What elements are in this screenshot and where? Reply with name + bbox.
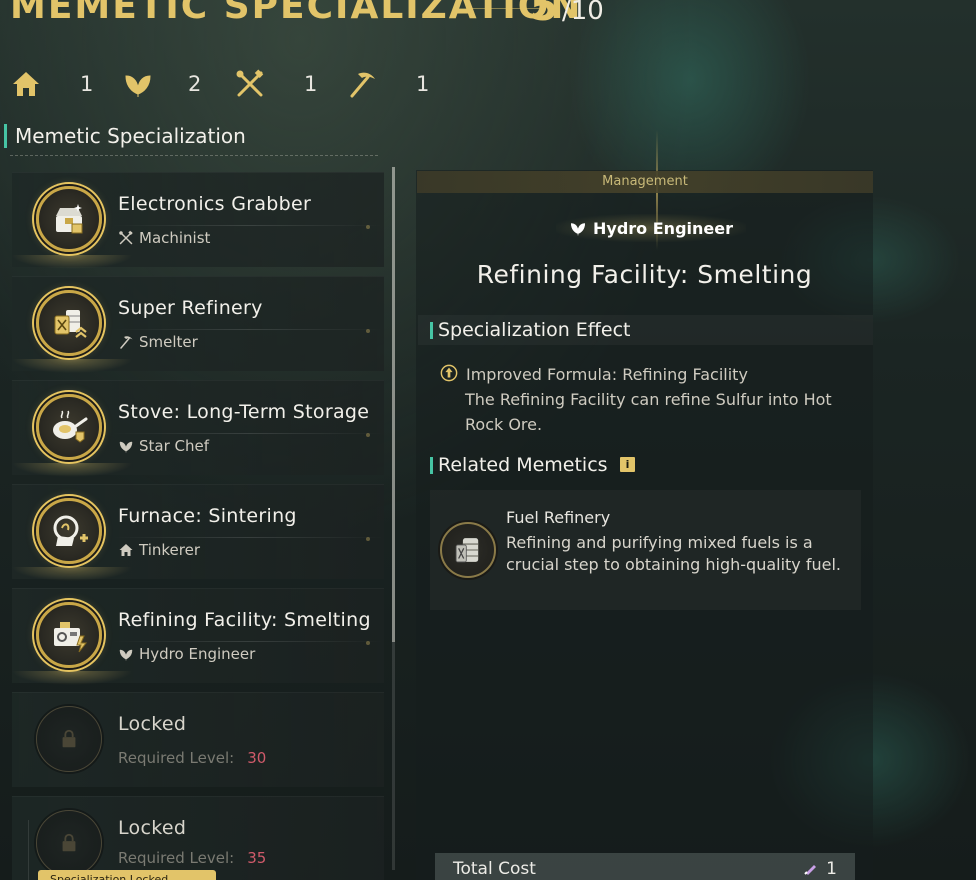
related-section-header: Related Memetics: [418, 450, 873, 480]
effect-content: Improved Formula: Refining Facility The …: [440, 362, 860, 437]
category-bar: Management: [417, 171, 873, 193]
counter-value: 1: [80, 72, 94, 96]
crossed-tools-icon: [118, 230, 134, 246]
role-badge: Hydro Engineer: [556, 214, 746, 242]
related-heading: Related Memetics: [438, 454, 608, 476]
fuel-can-icon: [36, 290, 102, 356]
card-requirement: Required Level: 35: [118, 849, 266, 867]
counter-value: 1: [304, 72, 318, 96]
effect-description: The Refining Facility can refine Sulfur …: [465, 390, 832, 434]
card-role: Hydro Engineer: [118, 645, 255, 663]
related-memetic-card[interactable]: Fuel Refinery Refining and purifying mix…: [430, 490, 861, 610]
specialization-card-super-refinery[interactable]: Super Refinery Smelter: [12, 276, 384, 373]
card-role: Smelter: [118, 333, 198, 351]
counter-tinkerer: 1: [10, 66, 93, 102]
specialization-card-refining-smelting[interactable]: Refining Facility: Smelting Hydro Engine…: [12, 588, 384, 685]
role-label: Hydro Engineer: [139, 645, 256, 663]
card-title: Stove: Long-Term Storage: [118, 401, 370, 423]
card-title: Electronics Grabber: [118, 193, 312, 215]
pickaxe-icon: [346, 68, 378, 100]
cost-value-group: 1: [802, 853, 837, 880]
counter-machinist: 1: [234, 66, 317, 102]
list-edge-line: [28, 820, 29, 880]
related-name: Fuel Refinery: [506, 508, 611, 527]
lock-icon: [36, 810, 102, 876]
chest-icon: [36, 186, 102, 252]
list-section-title: Memetic Specialization: [4, 124, 246, 148]
house-icon: [10, 68, 42, 100]
role-label: Smelter: [139, 333, 198, 351]
crossed-tools-icon: [234, 68, 266, 100]
leaf-icon: [122, 68, 154, 100]
required-level-label: Required Level:: [118, 849, 235, 867]
effect-heading: Specialization Effect: [438, 319, 631, 341]
refinery-icon: [36, 602, 102, 668]
required-level-value: 30: [247, 749, 267, 767]
pickaxe-icon: [118, 334, 134, 350]
specialization-card-stove-storage[interactable]: Stove: Long-Term Storage Star Chef: [12, 380, 384, 477]
card-title: Super Refinery: [118, 297, 263, 319]
detail-title: Refining Facility: Smelting: [476, 260, 813, 289]
memetic-point-icon: [802, 861, 818, 877]
card-title: Locked: [118, 713, 187, 735]
effect-section-header: Specialization Effect: [418, 315, 873, 345]
progress-max: /10: [562, 0, 604, 26]
effect-name: Improved Formula: Refining Facility: [466, 365, 748, 384]
page-title: MEMETIC SPECIALIZATION: [10, 0, 583, 27]
cost-label: Total Cost: [453, 859, 536, 879]
barrel-icon: [440, 522, 496, 578]
role-label: Tinkerer: [139, 541, 200, 559]
card-role: Star Chef: [118, 437, 209, 455]
counter-smelter: 1: [346, 66, 429, 102]
pan-icon: [36, 394, 102, 460]
counter-value: 1: [416, 72, 430, 96]
leaf-icon: [118, 438, 134, 454]
card-title: Refining Facility: Smelting: [118, 609, 371, 631]
card-role: Tinkerer: [118, 541, 200, 559]
card-role: Machinist: [118, 229, 210, 247]
card-requirement: Required Level: 30: [118, 749, 266, 767]
card-title: Locked: [118, 817, 187, 839]
required-level-label: Required Level:: [118, 749, 235, 767]
counter-chef: 2: [122, 66, 201, 102]
required-level-value: 35: [247, 849, 267, 867]
upgrade-arrow-icon: [440, 364, 458, 382]
specialization-card-locked-30[interactable]: Locked Required Level: 30: [12, 692, 384, 787]
house-icon: [118, 542, 134, 558]
card-title: Furnace: Sintering: [118, 505, 297, 527]
role-badge-label: Hydro Engineer: [593, 218, 733, 238]
specialization-card-electronics-grabber[interactable]: Electronics Grabber Machinist: [12, 172, 384, 269]
specialization-card-furnace-sintering[interactable]: Furnace: Sintering Tinkerer: [12, 484, 384, 581]
related-description: Refining and purifying mixed fuels is a …: [506, 533, 841, 574]
total-cost-bar: Total Cost 1: [435, 853, 855, 880]
section-divider: [10, 155, 378, 156]
list-scrollbar-thumb[interactable]: [392, 167, 395, 642]
counter-value: 2: [188, 72, 202, 96]
progress-current: 5: [530, 0, 558, 30]
furnace-icon: [36, 498, 102, 564]
role-label: Star Chef: [139, 437, 210, 455]
leaf-icon: [118, 646, 134, 662]
info-icon[interactable]: i: [620, 457, 635, 472]
leaf-icon: [569, 219, 587, 237]
cost-value: 1: [826, 859, 837, 879]
locked-tooltip-tab: Specialization Locked: [38, 870, 216, 880]
lock-icon: [36, 706, 102, 772]
role-label: Machinist: [139, 229, 211, 247]
specialization-card-locked-35[interactable]: Locked Required Level: 35: [12, 796, 384, 880]
